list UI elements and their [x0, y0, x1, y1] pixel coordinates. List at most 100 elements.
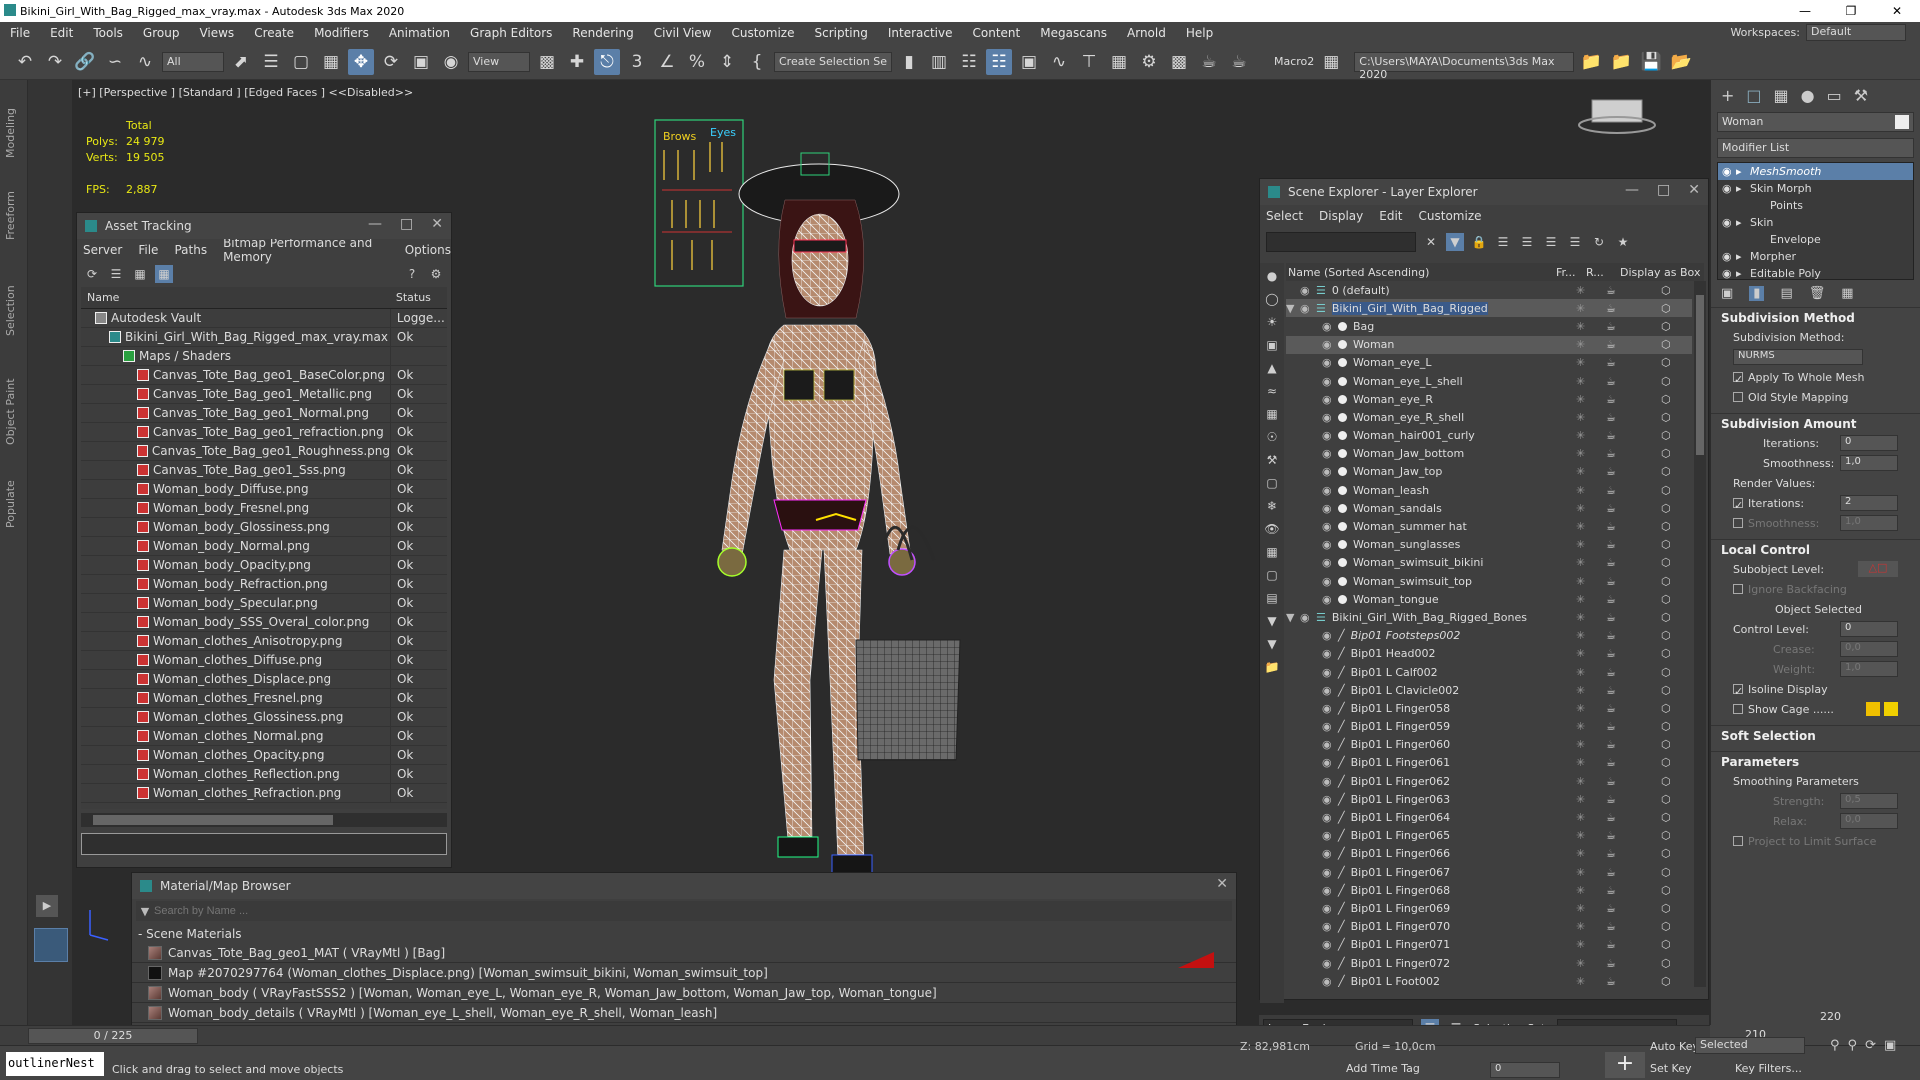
placement-icon[interactable]: ◉: [438, 49, 464, 75]
visibility-eye-icon[interactable]: ◉: [1322, 866, 1338, 879]
menu-create[interactable]: Create: [244, 26, 304, 40]
freeze-icon[interactable]: ✳: [1576, 811, 1585, 824]
scene-row[interactable]: ◉ ╱ Bip01 Head002 ✳ ☕ ⬡: [1286, 645, 1692, 663]
scene-row[interactable]: ◉ ╱ Bip01 L Finger062 ✳ ☕ ⬡: [1286, 772, 1692, 790]
asset-row[interactable]: Maps / Shaders: [81, 346, 447, 366]
renderable-icon[interactable]: ☕: [1606, 538, 1616, 551]
toggle-ribbon-icon[interactable]: ▣: [1016, 49, 1042, 75]
rollout-subdivision-method[interactable]: Subdivision Method: [1711, 307, 1920, 327]
cage-color-2[interactable]: [1884, 702, 1898, 716]
asset-row[interactable]: Canvas_Tote_Bag_geo1_Normal.png Ok: [81, 403, 447, 423]
modifier-expand-icon[interactable]: ▸: [1736, 216, 1750, 229]
visibility-eye-icon[interactable]: ◉: [1322, 575, 1338, 588]
viewport-label[interactable]: [+] [Perspective ] [Standard ] [Edged Fa…: [78, 86, 413, 99]
visibility-eye-icon[interactable]: ◉: [1322, 429, 1338, 442]
render-production-icon[interactable]: ☕: [1196, 49, 1222, 75]
freeze-icon[interactable]: ✳: [1576, 502, 1585, 515]
asset-path-field[interactable]: [81, 833, 447, 855]
tab-freeform[interactable]: Freeform: [4, 191, 17, 240]
rotate-icon[interactable]: ⟳: [378, 49, 404, 75]
visibility-eye-icon[interactable]: ◉: [1322, 738, 1338, 751]
isoline-display-checkbox[interactable]: ✓: [1733, 684, 1743, 698]
display-as-box-icon[interactable]: ⬡: [1661, 611, 1671, 624]
display-as-box-icon[interactable]: ⬡: [1661, 793, 1671, 806]
asset-row[interactable]: Woman_body_Normal.png Ok: [81, 536, 447, 556]
visibility-eye-icon[interactable]: ◉: [1322, 957, 1338, 970]
material-row[interactable]: Canvas_Tote_Bag_geo1_MAT ( VRayMtl ) [Ba…: [132, 943, 1236, 963]
freeze-icon[interactable]: ✳: [1576, 793, 1585, 806]
modifier-stack-item[interactable]: ◉ ▸ Editable Poly: [1718, 265, 1913, 282]
menu-views[interactable]: Views: [189, 26, 244, 40]
asset-row[interactable]: Woman_clothes_Reflection.png Ok: [81, 764, 447, 784]
modifier-stack-item[interactable]: ◉ ▸ MeshSmooth: [1718, 163, 1913, 180]
angle-snap-icon[interactable]: ∠: [654, 49, 680, 75]
macro-grid-icon[interactable]: ▦: [1318, 49, 1344, 75]
maximize-button[interactable]: □: [400, 216, 413, 232]
new-layer-icon[interactable]: ☰: [1494, 233, 1512, 251]
renderable-icon[interactable]: ☕: [1606, 957, 1616, 970]
column-name[interactable]: Name: [81, 291, 390, 304]
modify-tab-icon[interactable]: □: [1746, 86, 1761, 105]
object-color-swatch[interactable]: [1895, 115, 1909, 129]
visibility-eye-icon[interactable]: ◉: [1322, 847, 1338, 860]
visibility-eye-icon[interactable]: ◉: [1322, 647, 1338, 660]
scene-row[interactable]: ◉ Woman_swimsuit_bikini ✳ ☕ ⬡: [1286, 554, 1692, 572]
display-spacewarps-icon[interactable]: ≈: [1263, 382, 1281, 400]
display-cameras-icon[interactable]: ▣: [1263, 336, 1281, 354]
scene-row[interactable]: ◉ ╱ Bip01 Footsteps002 ✳ ☕ ⬡: [1286, 627, 1692, 645]
project-folder-icon[interactable]: 📁: [1578, 49, 1604, 75]
project-settings-icon[interactable]: 📂: [1668, 49, 1694, 75]
renderable-icon[interactable]: ☕: [1606, 684, 1616, 697]
display-as-box-icon[interactable]: ⬡: [1661, 484, 1671, 497]
show-end-result-icon[interactable]: ▮: [1749, 286, 1765, 301]
scene-row[interactable]: ◉ ╱ Bip01 L Finger065 ✳ ☕ ⬡: [1286, 827, 1692, 845]
layer-stack-icon[interactable]: ☰: [1542, 233, 1560, 251]
scene-row[interactable]: ◉ ╱ Bip01 L Finger072 ✳ ☕ ⬡: [1286, 954, 1692, 972]
freeze-icon[interactable]: ✳: [1576, 975, 1585, 987]
rollout-local-control[interactable]: Local Control: [1711, 539, 1920, 559]
display-tab-icon[interactable]: ▭: [1827, 86, 1842, 105]
modifier-stack-item[interactable]: ◉ ▸ Skin Morph: [1718, 180, 1913, 197]
renderable-icon[interactable]: ☕: [1606, 811, 1616, 824]
menu-interactive[interactable]: Interactive: [878, 26, 963, 40]
renderable-icon[interactable]: ☕: [1606, 411, 1616, 424]
renderable-icon[interactable]: ☕: [1606, 738, 1616, 751]
relax-spinner[interactable]: 0,0: [1840, 813, 1898, 829]
display-as-box-icon[interactable]: ⬡: [1661, 375, 1671, 388]
scene-row[interactable]: ◉ ╱ Bip01 L Finger064 ✳ ☕ ⬡: [1286, 808, 1692, 826]
tab-modeling[interactable]: Modeling: [4, 108, 17, 158]
expand-toggle-icon[interactable]: ▼: [1286, 302, 1300, 315]
modifier-expand-icon[interactable]: ▸: [1736, 250, 1750, 263]
display-shapes-icon[interactable]: ◯: [1263, 290, 1281, 308]
percent-snap-icon[interactable]: %: [684, 49, 710, 75]
display-as-box-icon[interactable]: ⬡: [1661, 447, 1671, 460]
workspace-dropdown[interactable]: Default: [1806, 24, 1906, 41]
renderable-icon[interactable]: ☕: [1606, 502, 1616, 515]
asset-row[interactable]: Woman_clothes_Fresnel.png Ok: [81, 688, 447, 708]
motion-tab-icon[interactable]: ●: [1801, 86, 1815, 105]
hierarchy-tab-icon[interactable]: ▦: [1774, 86, 1789, 105]
link-icon[interactable]: 🔗: [72, 49, 98, 75]
display-as-box-icon[interactable]: ⬡: [1661, 756, 1671, 769]
modifier-stack-item[interactable]: Envelope: [1718, 231, 1913, 248]
maximize-button[interactable]: ❐: [1828, 0, 1874, 22]
menu-arnold[interactable]: Arnold: [1117, 26, 1176, 40]
make-unique-icon[interactable]: ▤: [1780, 286, 1792, 301]
material-row[interactable]: Map #2070297764 (Woman_clothes_Displace.…: [132, 963, 1236, 983]
scene-row[interactable]: ◉ ╱ Bip01 L Calf002 ✳ ☕ ⬡: [1286, 663, 1692, 681]
scene-row[interactable]: ◉ ☰ 0 (default) ✳ ☕ ⬡: [1286, 281, 1692, 299]
asset-row[interactable]: Autodesk Vault Logge...: [81, 309, 447, 328]
set-project-icon[interactable]: 📁: [1608, 49, 1634, 75]
modifier-toggle-icon[interactable]: ◉: [1722, 216, 1736, 229]
freeze-icon[interactable]: ✳: [1576, 575, 1585, 588]
menu-civil-view[interactable]: Civil View: [644, 26, 722, 40]
renderable-icon[interactable]: ☕: [1606, 575, 1616, 588]
menu-edit[interactable]: Edit: [40, 26, 83, 40]
modifier-expand-icon[interactable]: ▸: [1736, 182, 1750, 195]
render-iterations-spinner[interactable]: 2: [1840, 495, 1898, 511]
clear-search-icon[interactable]: ✕: [1422, 233, 1440, 251]
scene-menu-customize[interactable]: Customize: [1419, 209, 1482, 223]
bind-space-warp-icon[interactable]: ∿: [132, 49, 158, 75]
scene-row[interactable]: ◉ ╱ Bip01 L Finger067 ✳ ☕ ⬡: [1286, 863, 1692, 881]
filter-funnel-icon[interactable]: ▼: [1263, 635, 1281, 653]
